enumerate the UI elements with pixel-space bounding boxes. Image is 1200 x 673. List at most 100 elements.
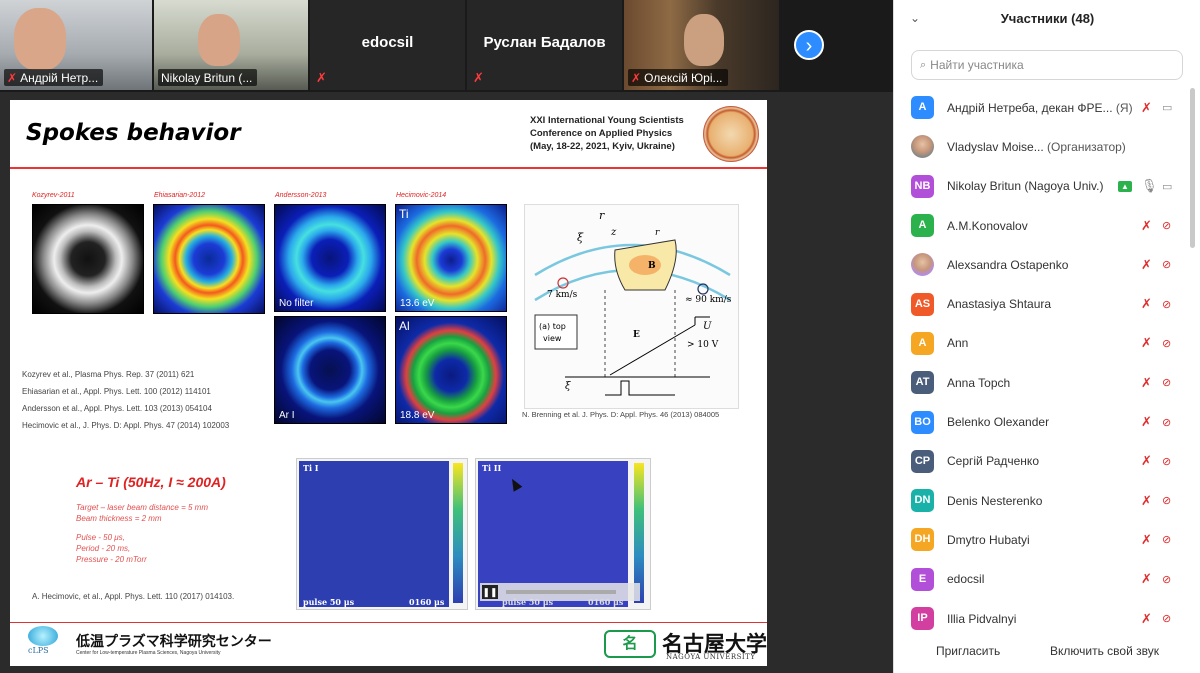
avatar: AS [911, 292, 934, 316]
participant-name: Anna Topch [947, 375, 1011, 390]
mic-muted-icon[interactable]: ✗ [1141, 414, 1152, 430]
camera-off-icon[interactable]: ⊘ [1162, 376, 1171, 389]
ti-i-plot: Ti I pulse 50 μs 0160 μs [296, 458, 468, 610]
svg-text:U: U [703, 321, 712, 332]
avatar: NB [911, 174, 934, 198]
participant-row[interactable]: Vladyslav Moise... (Организатор) [894, 127, 1190, 166]
participant-row[interactable]: BO Belenko Olexander ✗ ⊘ [894, 402, 1190, 441]
participant-search[interactable]: ⌕ [911, 50, 1183, 80]
participant-name: Anastasiya Shtaura [947, 297, 1052, 312]
camera-off-icon[interactable]: ⊘ [1162, 337, 1171, 350]
video-tile-label: ✗ Олексій Юрі... [628, 69, 728, 86]
search-input[interactable] [930, 58, 1161, 72]
avatar [911, 135, 934, 159]
participant-name: Vladyslav Moise... (Организатор) [947, 139, 1126, 154]
svg-text:B: B [648, 261, 656, 271]
panel-footer: Пригласить Включить свой звук [894, 636, 1200, 673]
participant-row[interactable]: A Андрій Нетреба, декан ФРЕ... (Я) ✗ ▭ [894, 88, 1190, 127]
avatar: E [911, 567, 934, 591]
participant-row[interactable]: DH Dmytro Hubatyi ✗ ⊘ [894, 520, 1190, 559]
mic-muted-icon: ✗ [7, 71, 18, 85]
mic-muted-icon[interactable]: ✗ [1141, 532, 1152, 548]
video-seek-slider[interactable] [506, 590, 616, 594]
participant-row[interactable]: Alexsandra Ostapenko ✗ ⊘ [894, 245, 1190, 284]
mic-muted-icon: ✗ [316, 70, 327, 85]
participant-name: edocsil [947, 572, 985, 587]
video-tile-edocsil[interactable]: edocsil ✗ [310, 0, 465, 90]
svg-text:> 10 V: > 10 V [687, 340, 719, 350]
participants-panel: ⌄ Участники (48) ⌕ A Андрій Нетреба, дека… [893, 0, 1200, 673]
camera-off-icon[interactable]: ⊘ [1162, 494, 1171, 507]
next-page-arrow-icon[interactable]: › [794, 30, 824, 60]
avatar: BO [911, 410, 934, 434]
video-tile-andrii[interactable]: ✗ Андрій Нетр... [0, 0, 152, 90]
ar-ti-title: Ar – Ti (50Hz, I ≈ 200A) [76, 474, 226, 490]
mic-muted-icon[interactable]: ✗ [1141, 257, 1152, 273]
camera-off-icon[interactable]: ⊘ [1162, 455, 1171, 468]
participant-role: (Я) [1115, 100, 1133, 115]
mic-icon[interactable]: 🎙 [1141, 178, 1158, 194]
participant-row[interactable]: AS Anastasiya Shtaura ✗ ⊘ [894, 284, 1190, 323]
camera-icon[interactable]: ▭ [1162, 101, 1172, 114]
svg-text:ξ: ξ [565, 381, 571, 392]
invite-button[interactable]: Пригласить [936, 644, 1000, 658]
camera-off-icon[interactable]: ⊘ [1162, 416, 1171, 429]
camera-off-icon[interactable]: ⊘ [1162, 258, 1171, 271]
mic-muted-icon[interactable]: ✗ [1141, 218, 1152, 234]
participant-name: A.M.Konovalov [947, 218, 1028, 233]
mic-muted-icon[interactable]: ✗ [1141, 100, 1152, 116]
mic-muted-icon[interactable]: ✗ [1141, 296, 1152, 312]
video-strip: ✗ Андрій Нетр... Nikolay Britun (... edoc… [0, 0, 893, 92]
nagoya-university-logo: 名 [604, 630, 656, 658]
participant-row[interactable]: CP Сергій Радченко ✗ ⊘ [894, 442, 1190, 481]
camera-off-icon[interactable]: ⊘ [1162, 298, 1171, 311]
video-tile-label: Nikolay Britun (... [158, 69, 258, 86]
video-tile-label: ✗ Андрій Нетр... [4, 69, 104, 86]
camera-off-icon[interactable]: ⊘ [1162, 219, 1171, 232]
mic-muted-icon[interactable]: ✗ [1141, 453, 1152, 469]
participant-row[interactable]: AT Anna Topch ✗ ⊘ [894, 363, 1190, 402]
mic-muted-icon[interactable]: ✗ [1141, 611, 1152, 627]
video-tile-oleksii[interactable]: ✗ Олексій Юрі... [624, 0, 779, 90]
svg-text:z: z [610, 227, 617, 238]
search-icon: ⌕ [920, 58, 927, 71]
participant-name: Nikolay Britun (Nagoya Univ.) [947, 179, 1104, 194]
participant-name: Ann [947, 336, 969, 351]
participant-row[interactable]: NB Nikolay Britun (Nagoya Univ.) ▲ 🎙 ▭ [894, 167, 1190, 206]
svg-text:view: view [543, 334, 562, 343]
camera-off-icon[interactable]: ⊘ [1162, 612, 1171, 625]
divider [10, 167, 767, 169]
avatar: A [911, 214, 934, 238]
participant-name: Belenko Olexander [947, 415, 1050, 430]
svg-text:r: r [599, 209, 605, 222]
plasma-image-hecimovic-al: Al 18.8 eV [395, 316, 507, 424]
unmute-button[interactable]: Включить свой звук [1050, 644, 1159, 658]
mic-muted-icon[interactable]: ✗ [1141, 375, 1152, 391]
camera-icon[interactable]: ▭ [1162, 180, 1172, 193]
mic-muted-icon: ✗ [473, 70, 484, 85]
svg-text:≈ 90 km/s: ≈ 90 km/s [685, 295, 732, 305]
screen-share-icon: ▲ [1118, 180, 1132, 192]
pause-icon[interactable]: ❚❚ [482, 585, 498, 599]
plasma-image-hecimovic-ti: Ti 13.6 eV [395, 204, 507, 312]
video-tile-nikolay[interactable]: Nikolay Britun (... [154, 0, 308, 90]
mic-muted-icon[interactable]: ✗ [1141, 493, 1152, 509]
avatar: DH [911, 528, 934, 552]
camera-off-icon[interactable]: ⊘ [1162, 533, 1171, 546]
participant-name: Illia Pidvalnyi [947, 611, 1017, 626]
mic-muted-icon[interactable]: ✗ [1141, 571, 1152, 587]
mic-muted-icon[interactable]: ✗ [1141, 335, 1152, 351]
camera-off-icon[interactable]: ⊘ [1162, 573, 1171, 586]
participant-name: Denis Nesterenko [947, 493, 1043, 508]
participant-row[interactable]: DN Denis Nesterenko ✗ ⊘ [894, 481, 1190, 520]
participant-row[interactable]: A A.M.Konovalov ✗ ⊘ [894, 206, 1190, 245]
panel-title: Участники (48) [1000, 11, 1095, 26]
video-tile-ruslan[interactable]: Руслан Бадалов ✗ [467, 0, 622, 90]
plasma-image-andersson-no-filter: No filter [274, 204, 386, 312]
scrollbar[interactable] [1190, 88, 1195, 248]
participant-row[interactable]: IP Illia Pidvalnyi ✗ ⊘ [894, 599, 1190, 638]
participant-row[interactable]: A Ann ✗ ⊘ [894, 324, 1190, 363]
participant-row[interactable]: Eedocsil ✗ ⊘ [894, 560, 1190, 599]
shared-slide: Spokes behavior XXI International Young … [10, 100, 767, 666]
avatar: CP [911, 449, 934, 473]
